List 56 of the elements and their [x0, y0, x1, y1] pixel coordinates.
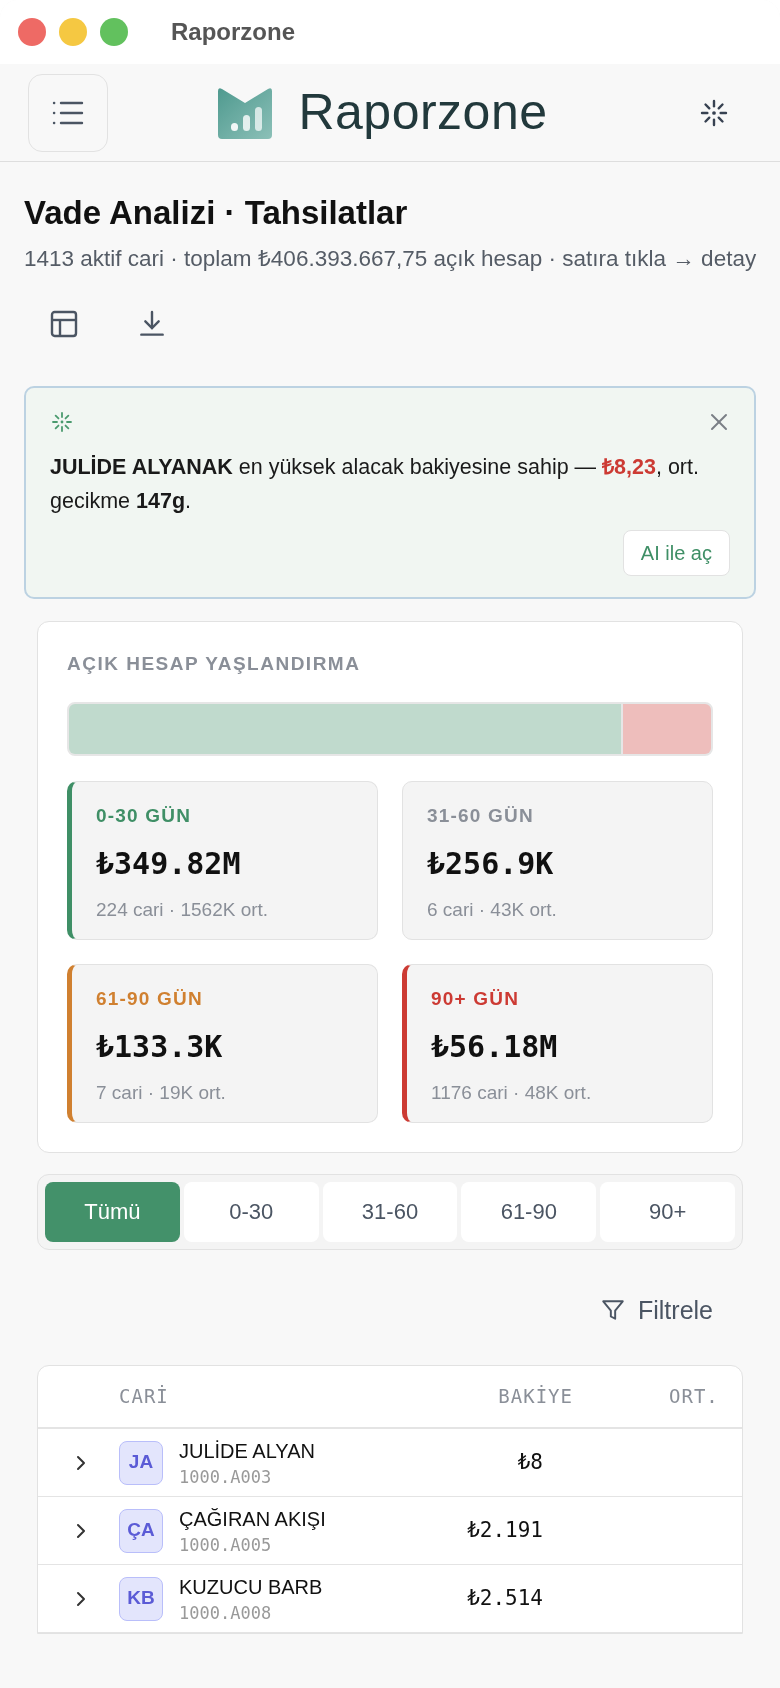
filter-tab[interactable]: 90+: [600, 1181, 735, 1242]
bucket-amount: ₺56.18M: [431, 1027, 559, 1066]
balance-cell-text: ₺8: [516, 1448, 543, 1476]
page-subtitle: 1413 aktif cari · toplam ₺406.393.667,75 açık hesap · satıra tıkla → detay: [24, 244, 758, 273]
account-name: KUZUCU BARB: [179, 1574, 324, 1600]
balance-cell-text: ₺2.514: [466, 1584, 543, 1612]
column-header: CARİ: [119, 1384, 170, 1410]
avatar: KB: [119, 1576, 163, 1621]
account-code: 1000.A003: [179, 1465, 273, 1489]
table-row[interactable]: ÇA ÇAĞIRAN AKIŞI 1000.A005 ₺2.191: [38, 1497, 742, 1565]
filter-tab[interactable]: 0-30: [183, 1181, 319, 1242]
aging-bucket-card[interactable]: 31-60 GÜN ₺256.9K 6 cari · 43K ort.: [402, 781, 713, 940]
avatar: JA: [119, 1440, 163, 1485]
aging-bucket-card[interactable]: 61-90 GÜN ₺133.3K 7 cari · 19K ort.: [67, 964, 378, 1123]
menu-button[interactable]: [28, 73, 108, 152]
bucket-amount: ₺256.9K: [427, 844, 555, 883]
brand-name: Raporzone: [298, 83, 548, 142]
bucket-detail: 224 cari · 1562K ort.: [96, 897, 270, 922]
bucket-detail: 7 cari · 19K ort.: [96, 1080, 227, 1105]
aging-bucket-card[interactable]: 90+ GÜN ₺56.18M 1176 cari · 48K ort.: [402, 964, 713, 1123]
logo-icon: [218, 86, 273, 139]
bucket-detail: 1176 cari · 48K ort.: [431, 1080, 593, 1105]
bucket-amount: ₺133.3K: [96, 1027, 224, 1066]
bucket-label: 90+ GÜN: [431, 987, 521, 1011]
aging-bucket-card[interactable]: 0-30 GÜN ₺349.82M 224 cari · 1562K ort.: [67, 781, 378, 940]
page-title: Vade Analizi · Tahsilatlar: [24, 193, 409, 233]
column-header: ORT.: [669, 1384, 719, 1410]
bucket-label: 0-30 GÜN: [96, 804, 193, 828]
filter-tab[interactable]: 31-60: [322, 1181, 458, 1242]
close-icon[interactable]: [710, 412, 728, 431]
bucket-label: 31-60 GÜN: [427, 804, 535, 828]
table-row[interactable]: JA JULİDE ALYAN 1000.A003 ₺8: [38, 1429, 742, 1497]
account-name: ÇAĞIRAN AKIŞI: [179, 1506, 327, 1532]
bucket-amount: ₺349.82M: [96, 844, 242, 883]
filter-tab[interactable]: 61-90: [461, 1181, 597, 1242]
chevron-right-icon[interactable]: [74, 1590, 88, 1607]
aging-title: AÇIK HESAP YAŞLANDIRMA: [67, 651, 362, 676]
column-header: BAKİYE: [497, 1384, 573, 1410]
account-code: 1000.A005: [179, 1533, 273, 1557]
open-with-ai-button[interactable]: AI ile aç: [622, 529, 730, 576]
account-code: 1000.A008: [179, 1601, 273, 1625]
bucket-detail: 6 cari · 43K ort.: [427, 897, 558, 922]
window-title: Raporzone: [171, 17, 295, 47]
sparkle-icon: [50, 409, 74, 434]
bucket-label: 61-90 GÜN: [96, 987, 204, 1011]
avatar: ÇA: [119, 1508, 163, 1553]
close-window-icon[interactable]: [18, 18, 46, 46]
menu-icon: [52, 99, 84, 126]
chevron-right-icon[interactable]: [74, 1454, 88, 1471]
balance-cell-text: ₺2.191: [466, 1516, 543, 1544]
filter-tab[interactable]: Tümü: [45, 1181, 180, 1242]
account-name: JULİDE ALYAN: [179, 1438, 316, 1464]
insight-message: JULİDE ALYANAK en yüksek alacak bakiyesine sahip — ₺8,23, ort. gecikme 147g.: [50, 453, 700, 515]
table-row[interactable]: KB KUZUCU BARB 1000.A008 ₺2.514: [38, 1565, 742, 1633]
filter-button[interactable]: Filtrele: [600, 1291, 713, 1329]
chevron-right-icon[interactable]: [74, 1522, 88, 1539]
